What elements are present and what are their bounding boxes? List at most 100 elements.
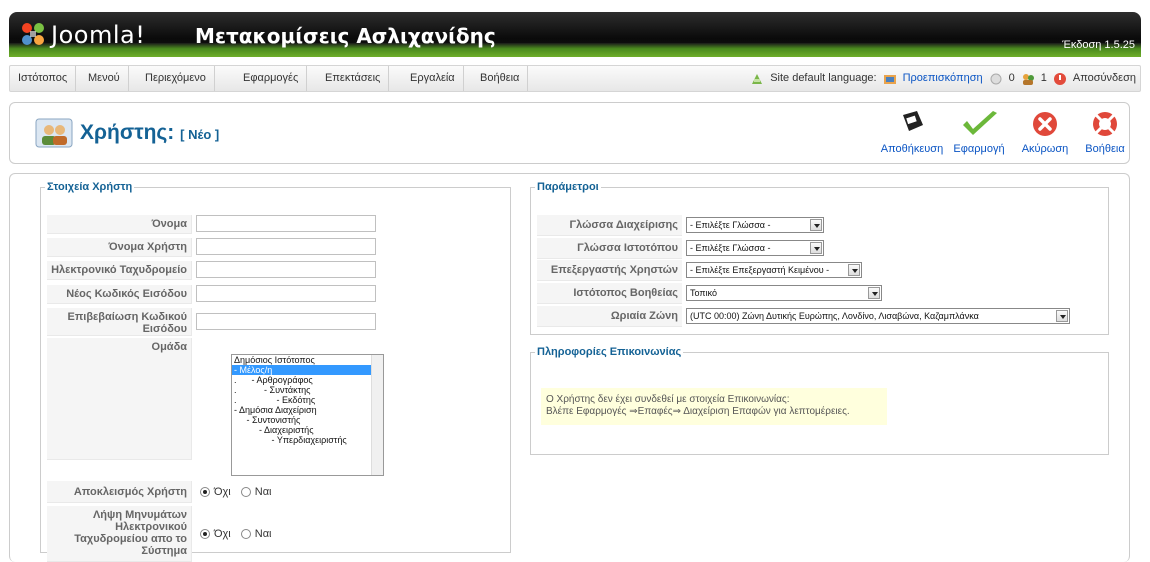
group-option[interactable]: - Δημόσια Διαχείριση [232,405,383,415]
block-user-radio-group: Όχι Ναι [192,481,272,503]
menu-tools[interactable]: Εργαλεία [402,66,464,91]
group-option[interactable]: - Υπερδιαχειριστής [232,435,383,445]
timezone-label: Ωριαία Ζώνη [537,306,682,327]
chevron-down-icon[interactable] [810,242,822,254]
username-input[interactable] [196,238,376,255]
field-row-verify-password: Επιβεβαίωση Κωδικού Εισόδου [47,308,376,336]
receive-email-no-label: Όχι [214,528,231,540]
chevron-down-icon[interactable] [848,264,860,276]
contact-info-legend: Πληροφορίες Επικοινωνίας [537,346,682,358]
block-user-yes-label: Ναι [254,486,272,498]
chevron-down-icon[interactable] [868,287,880,299]
menu-content[interactable]: Περιεχόμενο [137,66,215,91]
joomla-logo-icon [22,23,44,45]
password-label: Νέος Κωδικός Εισόδου [47,285,192,304]
menu-components[interactable]: Εφαρμογές [235,66,308,91]
page-subtitle: [ Νέο ] [180,127,220,142]
field-row-receive-email: Λήψη Μηνυμάτων Ηλεκτρονικού Ταχυδρομείου… [47,506,272,562]
group-option[interactable]: . - Αρθρογράφος [232,375,383,385]
apply-button[interactable]: Εφαρμογή [951,109,1007,155]
group-option[interactable]: - Συντονιστής [232,415,383,425]
users-page-icon [35,118,73,148]
preview-icon [883,74,896,84]
field-row-block-user: Αποκλεισμός Χρήστη Όχι Ναι [47,481,272,503]
block-user-no-label: Όχι [214,486,231,498]
users-online-icon [1022,73,1034,85]
group-option[interactable]: . - Συντάκτης [232,385,383,395]
admin-language-select[interactable]: - Επιλέξτε Γλώσσα - [686,217,824,233]
param-row-timezone: Ωριαία Ζώνη (UTC 00:00) Ζώνη Δυτικής Ευρ… [537,306,1070,327]
menu-site[interactable]: Ιστότοπος [10,66,77,91]
admin-language-value: - Επιλέξτε Γλώσσα - [690,220,771,230]
editor-label: Επεξεργαστής Χρηστών [537,260,682,281]
editor-select[interactable]: - Επιλέξτε Επεξεργαστή Κειμένου - [686,262,862,278]
username-label: Όνομα Χρήστη [47,238,192,257]
preview-link[interactable]: Προεπισκόπηση [903,66,983,91]
name-label: Όνομα [47,215,192,234]
user-details-fieldset: Στοιχεία Χρήστη Όνομα Όνομα Χρήστη Ηλεκτ… [40,181,511,562]
main-panel: Στοιχεία Χρήστη Όνομα Όνομα Χρήστη Ηλεκτ… [9,173,1130,562]
password-input[interactable] [196,285,376,302]
save-icon [903,111,923,131]
receive-email-no-radio[interactable] [200,529,210,539]
group-option[interactable]: . - Εκδότης [232,395,383,405]
site-language-label: Γλώσσα Ιστοτόπου [537,238,682,259]
apply-icon [963,111,997,135]
site-language-select[interactable]: - Επιλέξτε Γλώσσα - [686,240,824,256]
field-row-email: Ηλεκτρονικό Ταχυδρομείο [47,261,376,280]
cancel-button[interactable]: Ακύρωση [1020,109,1070,155]
save-label: Αποθήκευση [880,143,944,155]
help-site-value: Τοπικό [690,288,717,298]
param-row-site-language: Γλώσσα Ιστοτόπου - Επιλέξτε Γλώσσα - [537,238,824,259]
contact-info-fieldset: Πληροφορίες Επικοινωνίας Ο Χρήστης δεν έ… [530,346,1109,455]
help-button[interactable]: Βοήθεια [1082,109,1128,155]
messages-icon [990,73,1002,84]
block-user-yes-radio[interactable] [240,487,251,497]
editor-value: - Επιλέξτε Επεξεργαστή Κειμένου - [690,265,830,275]
page-title-text: Χρήστης: [80,121,175,144]
help-site-label: Ιστότοπος Βοηθείας [537,283,682,304]
group-option[interactable]: - Διαχειριστής [232,425,383,435]
timezone-select[interactable]: (UTC 00:00) Ζώνη Δυτικής Ευρώπης, Λονδίν… [686,308,1070,324]
receive-email-yes-radio[interactable] [240,529,251,539]
language-icon [752,73,763,84]
help-icon [1093,112,1117,136]
menu-help[interactable]: Βοήθεια [472,66,529,91]
email-label: Ηλεκτρονικό Ταχυδρομείο [47,261,192,280]
name-input[interactable] [196,215,376,232]
version-label: Έκδοση 1.5.25 [1062,39,1135,51]
contact-info-line-1: Ο Χρήστης δεν έχει συνδεθεί με στοιχεία … [546,394,790,405]
receive-email-yes-label: Ναι [254,528,272,540]
menu-menus[interactable]: Μενού [80,66,129,91]
page-title: Χρήστης: [ Νέο ] [80,121,219,145]
group-listbox[interactable]: Δημόσιος Ιστότοπος - Μέλος/η . - Αρθρογρ… [231,354,384,476]
contact-info-note: Ο Χρήστης δεν έχει συνδεθεί με στοιχεία … [541,388,887,425]
param-row-admin-language: Γλώσσα Διαχείρισης - Επιλέξτε Γλώσσα - [537,215,824,236]
site-language-value: - Επιλέξτε Γλώσσα - [690,243,771,253]
listbox-scrollbar[interactable] [371,355,383,475]
field-row-group: Ομάδα [47,338,192,460]
help-site-select[interactable]: Τοπικό [686,285,882,301]
group-option-selected[interactable]: - Μέλος/η [232,365,383,375]
verify-password-input[interactable] [196,313,376,330]
menu-extensions[interactable]: Επεκτάσεις [317,66,390,91]
group-option[interactable]: Δημόσιος Ιστότοπος [232,355,383,365]
block-user-no-radio[interactable] [200,487,210,497]
status-area: Site default language: Προεπισκόπηση 0 1… [750,66,1136,91]
users-online-count[interactable]: 1 [1041,66,1047,91]
apply-label: Εφαρμογή [953,143,1005,155]
chevron-down-icon[interactable] [810,219,822,231]
save-button[interactable]: Αποθήκευση [877,109,947,155]
email-input[interactable] [196,261,376,278]
field-row-username: Όνομα Χρήστη [47,238,376,257]
parameters-fieldset: Παράμετροι Γλώσσα Διαχείρισης - Επιλέξτε… [530,181,1109,335]
param-row-help-site: Ιστότοπος Βοηθείας Τοπικό [537,283,882,304]
chevron-down-icon[interactable] [1056,310,1068,322]
field-row-name: Όνομα [47,215,376,234]
receive-email-radio-group: Όχι Ναι [192,506,272,562]
contact-info-line-2: Βλέπε Εφαρμογές ⇒Επαφές⇒ Διαχείριση Επαφ… [546,406,850,417]
admin-menu-bar: Ιστότοπος Μενού Περιεχόμενο Εφαρμογές Επ… [9,65,1141,92]
logout-link[interactable]: Αποσύνδεση [1073,66,1136,91]
cancel-label: Ακύρωση [1021,143,1069,155]
messages-count[interactable]: 0 [1009,66,1015,91]
